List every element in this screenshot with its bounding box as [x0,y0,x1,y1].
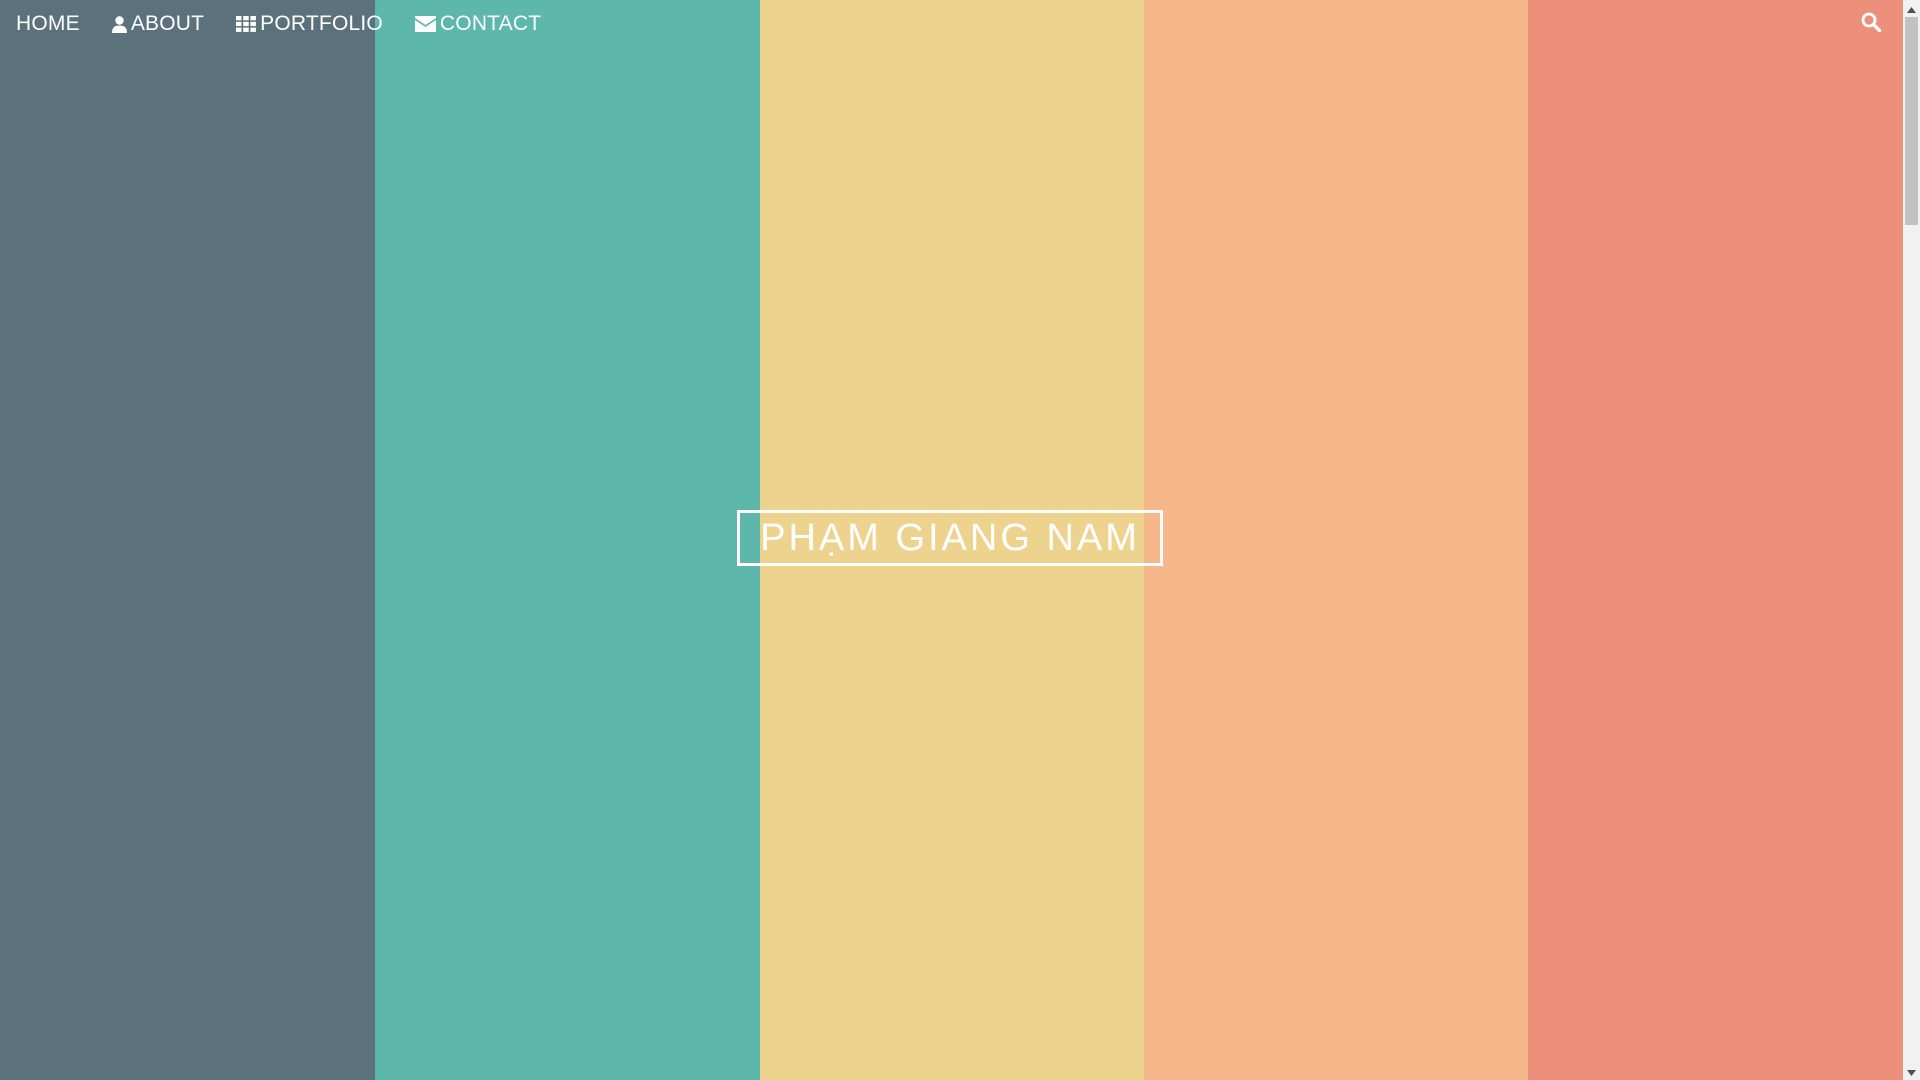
stripe-2 [375,0,760,1080]
arrow-down-icon [1907,1063,1916,1080]
search-button[interactable] [1859,12,1883,36]
page: HOME ABOUT PORTFOLIO CONTACT PHẠM GIANG … [0,0,1920,1080]
nav-about-label: ABOUT [130,12,205,35]
search-icon [1861,12,1882,37]
user-icon [111,15,127,33]
hero-title-box: PHẠM GIANG NAM [737,510,1163,566]
scroll-down-button[interactable] [1903,1063,1920,1080]
nav-home[interactable]: HOME [0,0,96,48]
arrow-up-icon [1907,0,1916,18]
grid-icon [236,16,257,32]
nav-portfolio[interactable]: PORTFOLIO [220,0,399,48]
nav-portfolio-label: PORTFOLIO [260,12,383,35]
nav-contact[interactable]: CONTACT [399,0,557,48]
envelope-icon [414,16,436,32]
nav-about[interactable]: ABOUT [96,0,220,48]
hero-title: PHẠM GIANG NAM [760,516,1140,559]
top-navbar: HOME ABOUT PORTFOLIO CONTACT [0,0,1903,48]
stripe-5 [1528,0,1903,1080]
vertical-scrollbar[interactable] [1903,0,1920,1080]
stripe-4 [1144,0,1528,1080]
scrollbar-thumb[interactable] [1905,17,1918,225]
stripe-1 [0,0,375,1080]
nav-home-label: HOME [16,12,80,35]
nav-contact-label: CONTACT [439,12,542,35]
scroll-up-button[interactable] [1903,0,1920,17]
